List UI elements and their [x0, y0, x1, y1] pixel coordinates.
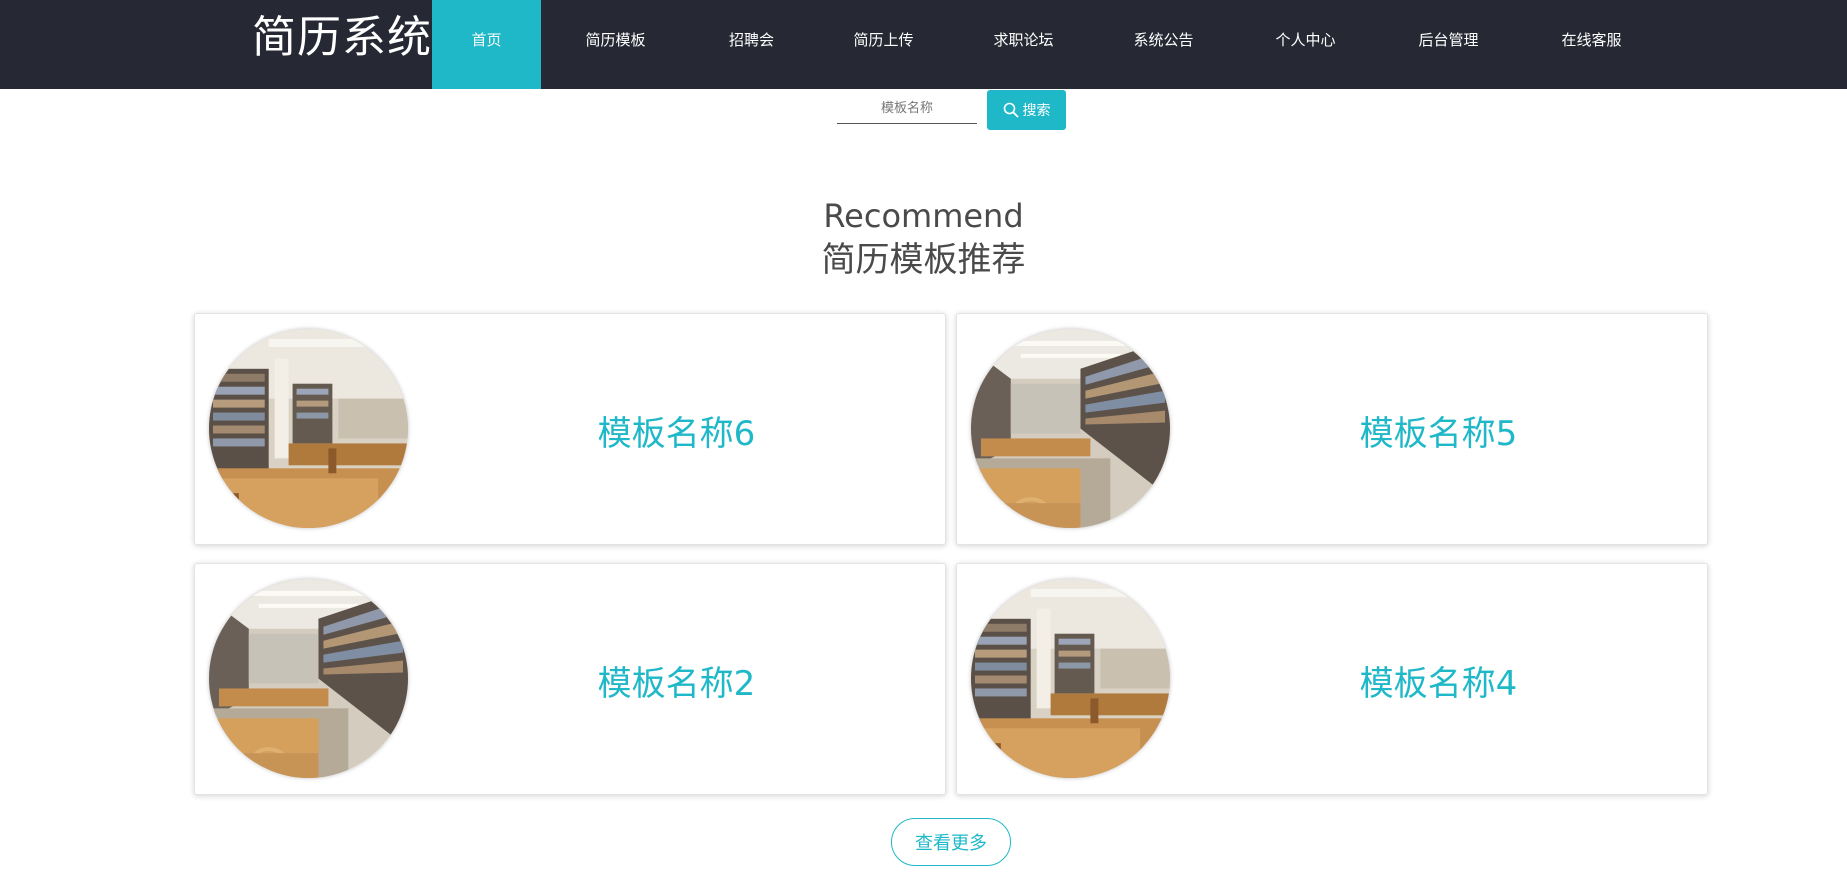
search-input[interactable]: [837, 94, 977, 124]
template-card[interactable]: 模板名称2: [194, 563, 946, 795]
nav-item-resume-templates[interactable]: 简历模板: [541, 0, 690, 89]
search-button[interactable]: 搜索: [987, 90, 1066, 130]
template-name[interactable]: 模板名称4: [1170, 564, 1707, 796]
nav-item-resume-upload[interactable]: 简历上传: [813, 0, 954, 89]
view-more-button[interactable]: 查看更多: [891, 818, 1011, 866]
template-thumbnail[interactable]: [209, 329, 408, 528]
nav-item-job-fair[interactable]: 招聘会: [690, 0, 813, 89]
nav-item-system-notice[interactable]: 系统公告: [1093, 0, 1234, 89]
nav-item-job-forum[interactable]: 求职论坛: [954, 0, 1093, 89]
section-title-en: Recommend: [823, 197, 1024, 235]
search-icon: [1003, 102, 1019, 118]
template-name[interactable]: 模板名称5: [1170, 314, 1707, 546]
template-thumbnail[interactable]: [209, 579, 408, 778]
top-navbar: 简历系统 首页 简历模板 招聘会 简历上传 求职论坛 系统公告 个人中心 后台管…: [0, 0, 1847, 89]
main-nav: 首页 简历模板 招聘会 简历上传 求职论坛 系统公告 个人中心 后台管理 在线客…: [432, 0, 1663, 89]
template-card[interactable]: 模板名称6: [194, 313, 946, 545]
template-thumbnail[interactable]: [971, 329, 1170, 528]
template-name[interactable]: 模板名称6: [408, 314, 945, 546]
template-card[interactable]: 模板名称4: [956, 563, 1708, 795]
site-brand[interactable]: 简历系统: [252, 10, 432, 66]
nav-item-personal-center[interactable]: 个人中心: [1234, 0, 1377, 89]
nav-item-admin[interactable]: 后台管理: [1377, 0, 1520, 89]
recommend-section-title: Recommend 简历模板推荐: [0, 195, 1847, 283]
template-card[interactable]: 模板名称5: [956, 313, 1708, 545]
nav-item-online-service[interactable]: 在线客服: [1520, 0, 1663, 89]
search-button-label: 搜索: [1022, 103, 1051, 119]
nav-item-home[interactable]: 首页: [432, 0, 541, 89]
template-thumbnail[interactable]: [971, 579, 1170, 778]
recommend-card-grid: 模板名称6 模板名称5 模板名称2 模板名称4: [194, 313, 1708, 795]
section-title-cn: 简历模板推荐: [821, 240, 1026, 280]
template-name[interactable]: 模板名称2: [408, 564, 945, 796]
